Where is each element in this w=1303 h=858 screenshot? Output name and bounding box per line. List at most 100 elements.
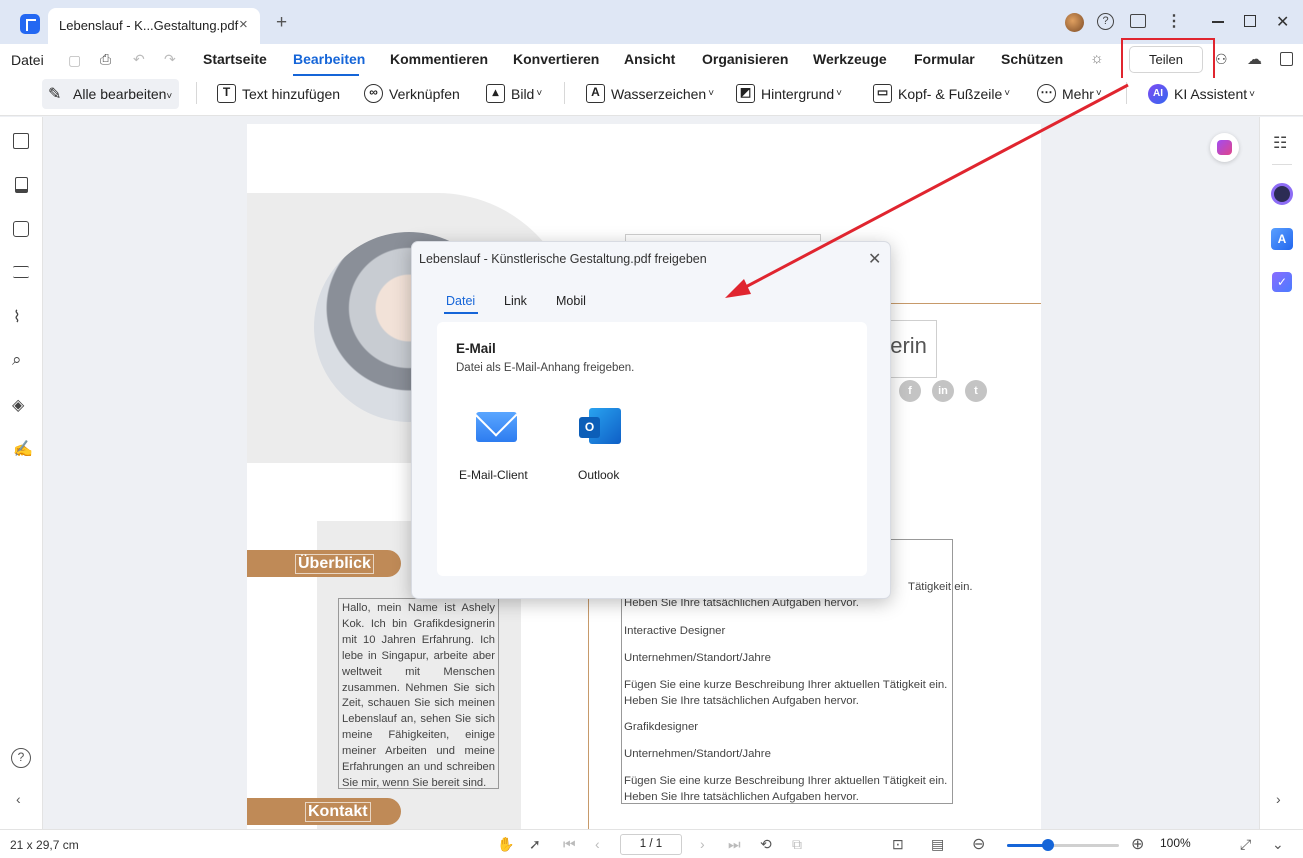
toolbar-divider <box>564 82 565 104</box>
fit-page-icon[interactable]: ⊡ <box>892 836 904 853</box>
zoom-in-icon[interactable]: ⊕ <box>1131 834 1144 854</box>
expand-right-icon[interactable]: › <box>1276 791 1281 807</box>
first-page-icon[interactable]: ⏮ <box>563 836 576 853</box>
background-button[interactable]: ◩ Hintergrund ˅ <box>736 84 842 103</box>
search-icon[interactable]: ⌕ <box>12 350 22 370</box>
next-page-icon[interactable]: › <box>700 836 705 852</box>
experience-line: Fügen Sie eine kurze Beschreibung Ihrer … <box>624 775 948 787</box>
tab-file[interactable]: Datei <box>446 294 475 308</box>
layers-list-icon[interactable] <box>13 266 29 278</box>
toolbar-divider <box>1126 82 1127 104</box>
ai-icon: AI <box>1148 84 1168 104</box>
message-icon[interactable] <box>1130 14 1146 28</box>
outlook-icon[interactable]: O <box>579 408 621 446</box>
menu-schuetzen[interactable]: Schützen <box>1001 51 1063 67</box>
bookmark-icon[interactable] <box>15 177 28 193</box>
email-client-option[interactable]: E-Mail-Client <box>459 468 528 482</box>
panel-toggle-icon[interactable] <box>1280 52 1293 66</box>
signature-icon[interactable]: ✍ <box>13 439 33 459</box>
email-section-title: E-Mail <box>456 341 496 356</box>
edit-all-button[interactable]: ✎ Alle bearbeiten˅ <box>42 79 179 109</box>
new-tab-icon[interactable]: + <box>276 12 287 34</box>
zoom-level-select[interactable]: 100% <box>1160 836 1191 850</box>
layers-icon[interactable]: ◈ <box>12 395 24 415</box>
email-share-panel: E-Mail Datei als E-Mail-Anhang freigeben… <box>437 322 867 576</box>
experience-line: Unternehmen/Standort/Jahre <box>624 652 771 664</box>
tab-mobile[interactable]: Mobil <box>556 294 586 308</box>
view-mode-icon[interactable]: ▤ <box>931 836 944 853</box>
undo-icon[interactable]: ↶ <box>133 51 145 68</box>
add-text-button[interactable]: T Text hinzufügen <box>217 84 340 103</box>
ai-bot-icon[interactable] <box>1271 183 1293 205</box>
hand-tool-icon[interactable]: ✋ <box>497 836 514 853</box>
link-button[interactable]: ∞ Verknüpfen <box>364 84 460 103</box>
properties-sliders-icon[interactable]: ☷ <box>1273 133 1287 153</box>
facebook-icon: f <box>899 380 921 402</box>
ai-assistant-button[interactable]: AI KI Assistent ˅ <box>1148 84 1255 104</box>
left-sidebar: ⌇ ⌕ ◈ ✍ ? ‹ <box>0 117 43 829</box>
previous-page-icon[interactable]: ‹ <box>595 836 600 852</box>
zoom-slider-thumb[interactable] <box>1042 839 1055 851</box>
minimize-icon[interactable] <box>1212 21 1224 23</box>
zoom-slider[interactable] <box>1007 839 1119 851</box>
document-tab[interactable]: Lebenslauf - K...Gestaltung.pdf × <box>48 8 260 44</box>
mail-envelope-icon[interactable] <box>476 412 517 442</box>
collapse-left-icon[interactable]: ‹ <box>16 791 21 807</box>
page-number-input[interactable]: 1 / 1 <box>620 834 682 855</box>
org-chart-icon[interactable]: ⚇ <box>1215 51 1228 68</box>
zoom-out-icon[interactable]: ⊖ <box>972 834 985 854</box>
text-icon: T <box>217 84 236 103</box>
tab-link[interactable]: Link <box>504 294 527 308</box>
file-menu[interactable]: Datei <box>11 52 44 68</box>
attachment-icon[interactable]: ⌇ <box>13 307 21 327</box>
outlook-option[interactable]: Outlook <box>578 468 619 482</box>
tab-close-icon[interactable]: × <box>239 16 248 33</box>
menu-kommentieren[interactable]: Kommentieren <box>390 51 488 67</box>
intro-text-box[interactable]: Hallo, mein Name ist Ashely Kok. Ich bin… <box>338 598 499 789</box>
app-logo-icon <box>20 14 40 34</box>
floating-assistant-icon[interactable] <box>1210 133 1239 162</box>
menu-ansicht[interactable]: Ansicht <box>624 51 675 67</box>
sidebar-divider <box>1272 164 1292 165</box>
menu-startseite[interactable]: Startseite <box>203 51 267 67</box>
edit-toolbar: ✎ Alle bearbeiten˅ T Text hinzufügen ∞ V… <box>0 78 1303 116</box>
select-tool-icon[interactable]: ➚ <box>529 836 541 853</box>
pages-icon[interactable] <box>13 133 29 149</box>
watermark-button[interactable]: A Wasserzeichen ˅ <box>586 84 714 103</box>
scroll-down-icon[interactable]: ⌄ <box>1272 836 1284 853</box>
menu-werkzeuge[interactable]: Werkzeuge <box>813 51 887 67</box>
menu-bearbeiten[interactable]: Bearbeiten <box>293 51 365 67</box>
more-button[interactable]: ⋯ Mehr ˅ <box>1037 84 1102 103</box>
last-page-icon[interactable]: ⏭ <box>728 836 741 853</box>
user-avatar[interactable] <box>1065 13 1084 32</box>
header-footer-button[interactable]: ▭ Kopf- & Fußzeile ˅ <box>873 84 1010 103</box>
lightbulb-icon[interactable]: ☼ <box>1090 50 1104 67</box>
comment-icon[interactable] <box>13 221 29 237</box>
document-tab-label: Lebenslauf - K...Gestaltung.pdf <box>59 18 239 33</box>
menu-organisieren[interactable]: Organisieren <box>702 51 788 67</box>
task-check-icon[interactable]: ✓ <box>1272 272 1292 292</box>
twitter-icon: t <box>965 380 987 402</box>
print-icon[interactable]: ⎙ <box>100 51 111 68</box>
fullscreen-icon[interactable]: ⤢ <box>1240 836 1251 853</box>
menu-konvertieren[interactable]: Konvertieren <box>513 51 599 67</box>
help-icon[interactable]: ? <box>1097 13 1114 30</box>
image-button[interactable]: ▴ Bild ˅ <box>486 84 542 103</box>
timeline-line <box>588 594 589 829</box>
rotate-icon[interactable]: ⟲ <box>760 836 772 853</box>
linkedin-icon: in <box>932 380 954 402</box>
window-close-icon[interactable]: ✕ <box>1276 12 1289 32</box>
title-bar: Lebenslauf - K...Gestaltung.pdf × + ? ⋮ … <box>0 0 1303 44</box>
translate-icon[interactable]: A <box>1271 228 1293 250</box>
email-section-description: Datei als E-Mail-Anhang freigeben. <box>456 362 635 374</box>
help-circle-icon[interactable]: ? <box>11 748 31 768</box>
maximize-icon[interactable] <box>1244 15 1256 27</box>
save-icon[interactable]: ▢ <box>68 52 81 69</box>
dialog-close-icon[interactable]: ✕ <box>868 249 881 269</box>
redo-icon[interactable]: ↷ <box>164 51 176 68</box>
menu-formular[interactable]: Formular <box>914 51 975 67</box>
crop-icon[interactable]: ⧉ <box>792 836 802 853</box>
cloud-upload-icon[interactable]: ☁ <box>1247 50 1262 68</box>
experience-line: Heben Sie Ihre tatsächlichen Aufgaben he… <box>624 791 859 803</box>
more-options-icon[interactable]: ⋮ <box>1166 11 1182 31</box>
